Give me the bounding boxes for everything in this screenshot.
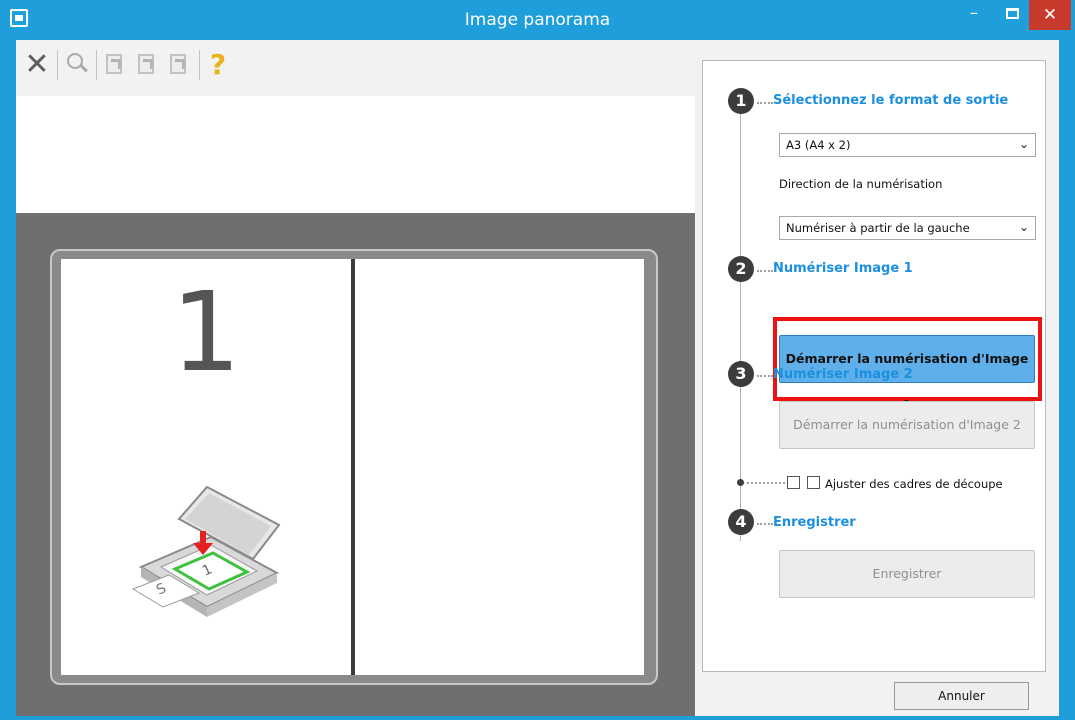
delete-icon: ✕ [24,47,50,82]
preview-frame: 1 S 1 [50,249,658,685]
rotate-right-icon [135,52,159,78]
step-3-badge: 3 [728,361,754,387]
steps-panel: 1 Sélectionnez le format de sortie A3 (A… [702,60,1046,672]
step-1-label: Sélectionnez le format de sortie [773,93,1009,108]
maximize-icon [1005,8,1019,19]
step-2-badge: 2 [728,256,754,282]
scan-direction-caption: Direction de la numérisation [779,177,943,191]
step-dots [757,523,773,525]
minimize-button[interactable]: – [954,0,994,30]
rotate-left-button[interactable] [100,48,130,82]
flip-icon [167,52,191,78]
toolbar: ✕ ? [16,40,695,90]
maximize-button[interactable] [996,0,1028,30]
title-bar: Image panorama – ✕ [0,0,1075,40]
start-scan-image-2-button[interactable]: Démarrer la numérisation d'Image 2 [779,401,1035,449]
output-format-value: A3 (A4 x 2) [786,138,851,152]
preview-page-right [355,259,644,675]
crop-icon [787,476,800,489]
rotate-left-icon [103,52,127,78]
step-4-label: Enregistrer [773,515,856,530]
toolbar-separator [57,50,58,80]
timeline-dot [737,479,744,486]
preview-page-left: 1 S 1 [61,259,351,675]
preview-area: 1 S 1 [16,213,695,716]
page-number: 1 [171,268,241,396]
step-dots [757,375,773,377]
window-client: ✕ ? 1 S 1 1 Sélectionnez le format de so… [16,40,1059,716]
close-button[interactable]: ✕ [1029,0,1071,30]
save-button[interactable]: Enregistrer [779,550,1035,598]
zoom-button[interactable] [61,48,91,82]
delete-button[interactable]: ✕ [22,48,52,82]
zoom-icon [65,53,88,77]
step-dots [757,102,773,104]
toolbar-separator [96,50,97,80]
help-button[interactable]: ? [203,48,233,82]
output-format-select[interactable]: A3 (A4 x 2) ⌄ [779,133,1036,157]
toolbar-separator [199,50,200,80]
crop-frames-checkbox[interactable] [807,476,820,489]
cancel-button[interactable]: Annuler [894,682,1029,710]
thumbnail-strip [16,96,695,213]
crop-frames-label: Ajuster des cadres de découpe [825,477,1003,491]
scanner-icon: S 1 [131,485,281,617]
step-3-label: Numériser Image 2 [773,367,913,382]
scan-direction-select[interactable]: Numériser à partir de la gauche ⌄ [779,216,1036,240]
step-dots [747,482,785,484]
step-dots [757,270,773,272]
chevron-down-icon: ⌄ [1018,220,1029,234]
step-4-badge: 4 [728,509,754,535]
steps-timeline [740,101,741,541]
rotate-right-button[interactable] [132,48,162,82]
step-1-badge: 1 [728,88,754,114]
window-title: Image panorama [464,10,611,30]
chevron-down-icon: ⌄ [1018,137,1029,151]
step-2-label: Numériser Image 1 [773,261,913,276]
help-icon: ? [209,48,227,81]
scan-direction-value: Numériser à partir de la gauche [786,221,970,235]
flip-button[interactable] [164,48,194,82]
